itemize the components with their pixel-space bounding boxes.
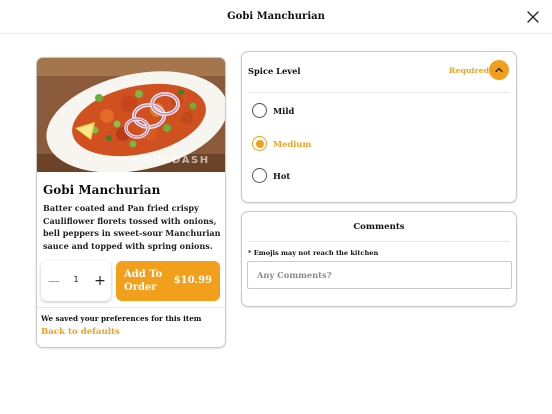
close-icon[interactable] <box>526 9 540 23</box>
add-to-order-label: Add To Order <box>124 269 163 293</box>
divider <box>248 241 510 242</box>
modal-title: Gobi Manchurian <box>227 11 325 22</box>
option-label: Hot <box>273 171 291 181</box>
quantity-stepper: — 1 + <box>41 261 111 301</box>
plus-icon[interactable]: + <box>93 273 107 289</box>
item-description: Batter coated and Pan fried crispy Cauli… <box>43 203 221 251</box>
food-photo: DOORDASH <box>37 58 225 172</box>
quantity-value: 1 <box>73 275 79 284</box>
radio-button[interactable] <box>252 103 267 118</box>
minus-icon[interactable]: — <box>48 274 60 288</box>
item-name: Gobi Manchurian <box>43 183 161 197</box>
spice-level-title: Spice Level <box>248 66 301 76</box>
radio-dot <box>255 139 264 148</box>
divider <box>37 307 225 308</box>
radio-button[interactable] <box>252 168 267 183</box>
modal-header: Gobi Manchurian <box>0 0 552 34</box>
comments-title: Comments <box>353 222 405 232</box>
radio-button-selected[interactable] <box>252 136 267 151</box>
doordash-watermark: DOORDASH <box>133 155 210 166</box>
back-to-defaults-link[interactable]: Back to defaults <box>41 327 120 337</box>
option-label: Medium <box>273 139 312 149</box>
spice-level-card: Spice Level Required Mild Medium Hot <box>241 51 517 203</box>
divider <box>248 92 510 93</box>
option-label: Mild <box>273 106 295 116</box>
comments-input[interactable] <box>247 261 512 289</box>
add-to-order-button[interactable]: Add To Order $10.99 <box>116 261 220 301</box>
item-price: $10.99 <box>173 275 212 286</box>
emoji-note: * Emojis may not reach the kitchen <box>248 249 379 257</box>
item-card: DOORDASH Gobi Manchurian Batter coated a… <box>36 57 226 348</box>
chevron-up-icon[interactable] <box>489 60 509 80</box>
preferences-note: We saved your preferences for this item <box>41 314 202 323</box>
spice-option-hot[interactable]: Hot <box>252 167 402 185</box>
spice-option-medium[interactable]: Medium <box>252 135 402 153</box>
spice-option-mild[interactable]: Mild <box>252 102 402 120</box>
required-badge: Required <box>449 66 490 75</box>
comments-card: Comments * Emojis may not reach the kitc… <box>241 211 517 307</box>
